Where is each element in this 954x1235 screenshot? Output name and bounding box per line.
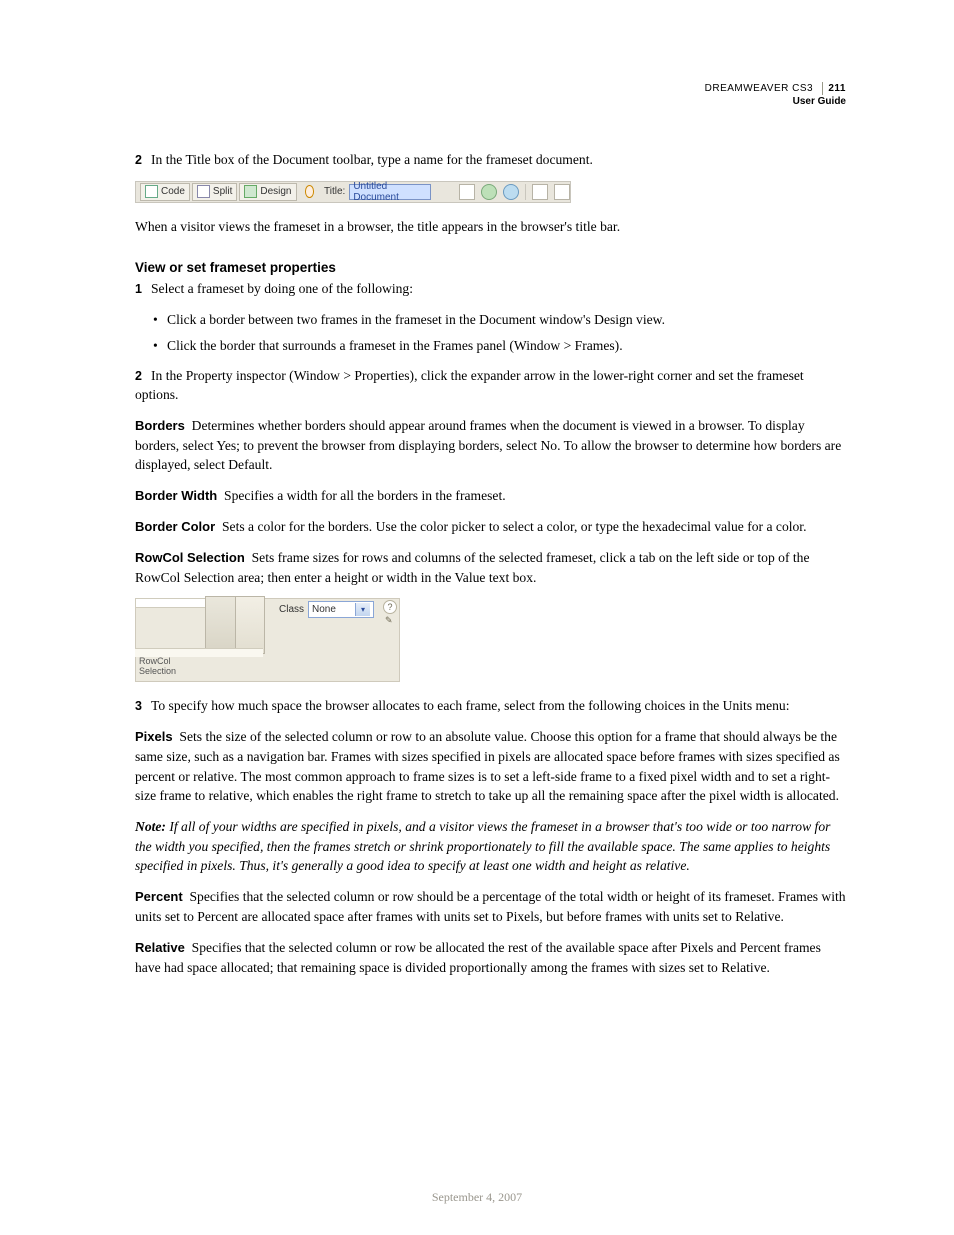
after-toolbar-text: When a visitor views the frameset in a b… — [135, 217, 846, 237]
class-select[interactable]: None ▾ — [308, 601, 374, 618]
document-toolbar-figure: Code Split Design Title: Untitled Docume… — [135, 181, 571, 203]
percent-def: Percent Specifies that the selected colu… — [135, 887, 846, 927]
bullet-1: •Click a border between two frames in th… — [135, 310, 846, 330]
page: DREAMWEAVER CS3 211 User Guide 2In the T… — [0, 0, 954, 1235]
split-button[interactable]: Split — [192, 183, 237, 201]
pixels-def: Pixels Sets the size of the selected col… — [135, 727, 846, 806]
section-heading: View or set frameset properties — [135, 260, 846, 275]
border-width-label: Border Width — [135, 488, 217, 503]
file-management-icon[interactable] — [481, 184, 497, 200]
code-icon — [145, 185, 158, 198]
separator-icon — [525, 184, 526, 200]
step-3: 3To specify how much space the browser a… — [135, 696, 846, 716]
step-number: 3 — [135, 697, 151, 715]
title-label: Title: — [324, 186, 345, 197]
border-color-def: Border Color Sets a color for the border… — [135, 517, 846, 537]
page-number: 211 — [822, 82, 846, 95]
note-body: If all of your widths are specified in p… — [135, 819, 830, 873]
split-icon — [197, 185, 210, 198]
rowcol-def: RowCol Selection Sets frame sizes for ro… — [135, 548, 846, 588]
step-number: 2 — [135, 151, 151, 169]
bullet-2: •Click the border that surrounds a frame… — [135, 336, 846, 356]
panel-top-tab[interactable] — [135, 598, 206, 608]
property-inspector-figure: RowCol Selection Class None ▾ ? ✎ — [135, 598, 400, 680]
check-icon[interactable] — [459, 184, 475, 200]
step-2-intro: 2In the Title box of the Document toolba… — [135, 150, 846, 170]
footer-date: September 4, 2007 — [0, 1190, 954, 1205]
code-button[interactable]: Code — [140, 183, 190, 201]
rowcol-tab-2[interactable] — [235, 596, 265, 654]
validate-icon[interactable] — [305, 185, 315, 198]
pixels-label: Pixels — [135, 729, 173, 744]
border-color-label: Border Color — [135, 519, 215, 534]
step-number: 1 — [135, 280, 151, 298]
rowcol-label: RowCol Selection — [135, 550, 245, 565]
bullet-icon: • — [153, 336, 167, 356]
percent-label: Percent — [135, 889, 183, 904]
header-line-1: DREAMWEAVER CS3 211 — [705, 82, 846, 95]
border-width-def: Border Width Specifies a width for all t… — [135, 486, 846, 506]
class-label: Class — [279, 604, 304, 615]
quick-tag-icon[interactable]: ✎ — [385, 615, 397, 625]
step-1: 1Select a frameset by doing one of the f… — [135, 279, 846, 299]
relative-label: Relative — [135, 940, 185, 955]
note: Note: If all of your widths are specifie… — [135, 817, 846, 876]
relative-def: Relative Specifies that the selected col… — [135, 938, 846, 978]
design-icon — [244, 185, 257, 198]
body-content: 2In the Title box of the Document toolba… — [135, 150, 846, 977]
rowcol-caption: RowCol Selection — [139, 657, 176, 677]
running-header: DREAMWEAVER CS3 211 User Guide — [705, 82, 846, 108]
design-button[interactable]: Design — [239, 183, 296, 201]
toolbar-right-icons — [459, 184, 570, 200]
borders-label: Borders — [135, 418, 185, 433]
view-options-icon[interactable] — [554, 184, 570, 200]
chevron-down-icon: ▾ — [355, 603, 370, 616]
bullet-icon: • — [153, 310, 167, 330]
note-label: Note: — [135, 819, 166, 834]
borders-def: Borders Determines whether borders shoul… — [135, 416, 846, 475]
class-field: Class None ▾ — [279, 601, 374, 618]
header-subtitle: User Guide — [705, 95, 846, 108]
product-name: DREAMWEAVER CS3 — [705, 83, 813, 94]
preview-globe-icon[interactable] — [503, 184, 519, 200]
refresh-icon[interactable] — [532, 184, 548, 200]
step-number: 2 — [135, 367, 151, 385]
step-2: 2In the Property inspector (Window > Pro… — [135, 366, 846, 405]
title-input[interactable]: Untitled Document — [349, 184, 431, 200]
rowcol-tab-1[interactable] — [205, 596, 237, 654]
